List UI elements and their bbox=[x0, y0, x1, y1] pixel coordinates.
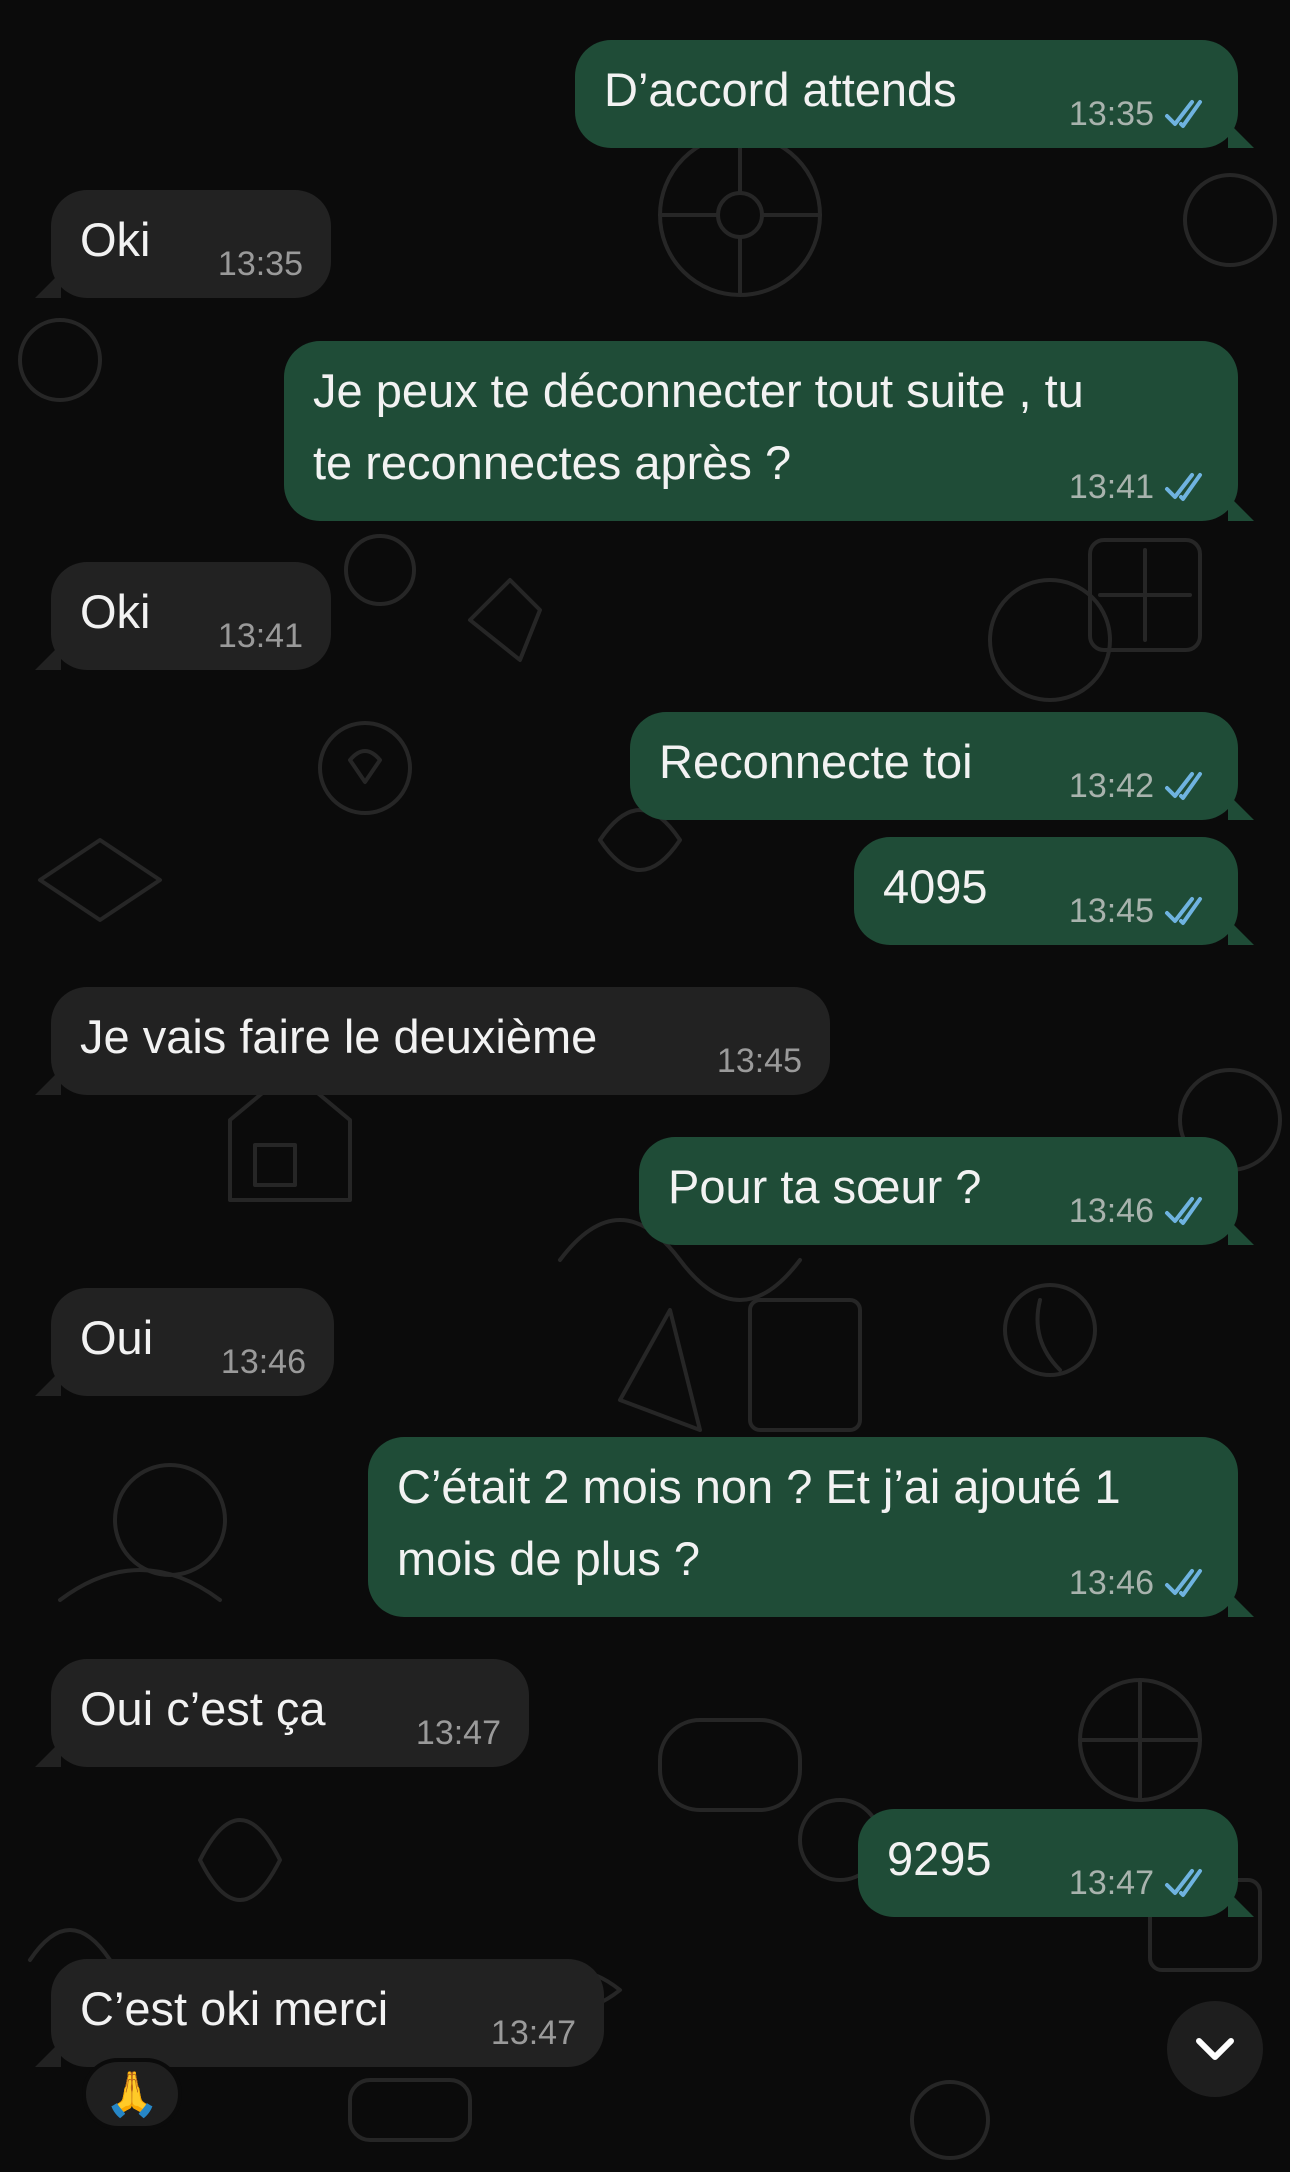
message-meta: 13:41 bbox=[218, 616, 303, 656]
message-reaction[interactable]: 🙏 bbox=[82, 2058, 182, 2130]
message-time: 13:47 bbox=[1068, 1864, 1154, 1902]
outgoing-message[interactable]: D’accord attends 13:35 bbox=[575, 40, 1254, 148]
message-meta: 13:47 bbox=[1069, 1863, 1210, 1903]
message-time: 13:47 bbox=[415, 1714, 501, 1752]
scroll-to-bottom-button[interactable] bbox=[1167, 2001, 1263, 2097]
message-meta: 13:46 bbox=[221, 1342, 306, 1382]
message-meta: 13:47 bbox=[416, 1713, 501, 1753]
message-text: C’était 2 mois non ? Et j’ai ajouté 1 bbox=[397, 1460, 1121, 1513]
chat-thread: D’accord attends 13:35 Oki 13:35 Je peux… bbox=[0, 0, 1290, 2172]
message-time: 13:46 bbox=[1068, 1192, 1154, 1230]
reaction-emoji: 🙏 bbox=[104, 2070, 160, 2119]
read-receipt-icon bbox=[1165, 897, 1202, 925]
outgoing-message[interactable]: Pour ta sœur ? 13:46 bbox=[639, 1137, 1254, 1245]
message-meta: 13:45 bbox=[1069, 891, 1210, 931]
incoming-message[interactable]: Oui c’est ça 13:47 bbox=[35, 1659, 529, 1767]
read-receipt-icon bbox=[1165, 772, 1202, 800]
message-meta: 13:46 bbox=[1069, 1191, 1210, 1231]
message-time: 13:42 bbox=[1068, 767, 1154, 805]
message-time: 13:46 bbox=[220, 1343, 306, 1381]
read-receipt-icon bbox=[1165, 1197, 1202, 1225]
message-time: 13:46 bbox=[1068, 1564, 1154, 1602]
outgoing-message[interactable]: Reconnecte toi 13:42 bbox=[630, 712, 1254, 820]
message-time: 13:45 bbox=[1068, 892, 1154, 930]
message-time: 13:35 bbox=[217, 245, 303, 283]
outgoing-message[interactable]: 9295 13:47 bbox=[858, 1809, 1254, 1917]
read-receipt-icon bbox=[1165, 1569, 1202, 1597]
message-time: 13:47 bbox=[490, 2014, 576, 2052]
outgoing-message[interactable]: 4095 13:45 bbox=[854, 837, 1254, 945]
message-text: Je vais faire le deuxième bbox=[80, 1010, 598, 1063]
message-meta: 13:47 bbox=[491, 2013, 576, 2053]
incoming-message[interactable]: C’est oki merci 13:47 bbox=[35, 1959, 604, 2067]
message-time: 13:35 bbox=[1068, 95, 1154, 133]
incoming-message[interactable]: Oki 13:35 bbox=[35, 190, 331, 298]
chevron-down-icon bbox=[1196, 2038, 1234, 2060]
message-time: 13:41 bbox=[1068, 468, 1154, 506]
message-meta: 13:42 bbox=[1069, 766, 1210, 806]
message-time: 13:45 bbox=[716, 1042, 802, 1080]
message-time: 13:41 bbox=[217, 617, 303, 655]
message-meta: 13:46 bbox=[1069, 1563, 1210, 1603]
message-meta: 13:35 bbox=[1069, 94, 1210, 134]
read-receipt-icon bbox=[1165, 100, 1202, 128]
outgoing-message[interactable]: Je peux te déconnecter tout suite , tu t… bbox=[284, 341, 1254, 521]
read-receipt-icon bbox=[1165, 1869, 1202, 1897]
message-meta: 13:41 bbox=[1069, 467, 1210, 507]
incoming-message[interactable]: Oui 13:46 bbox=[35, 1288, 334, 1396]
message-text: Je peux te déconnecter tout suite , tu bbox=[313, 364, 1084, 417]
outgoing-message[interactable]: C’était 2 mois non ? Et j’ai ajouté 1 mo… bbox=[368, 1437, 1254, 1617]
message-meta: 13:35 bbox=[218, 244, 303, 284]
message-meta: 13:45 bbox=[717, 1041, 802, 1081]
incoming-message[interactable]: Oki 13:41 bbox=[35, 562, 331, 670]
read-receipt-icon bbox=[1165, 473, 1202, 501]
incoming-message[interactable]: Je vais faire le deuxième 13:45 bbox=[35, 987, 830, 1095]
